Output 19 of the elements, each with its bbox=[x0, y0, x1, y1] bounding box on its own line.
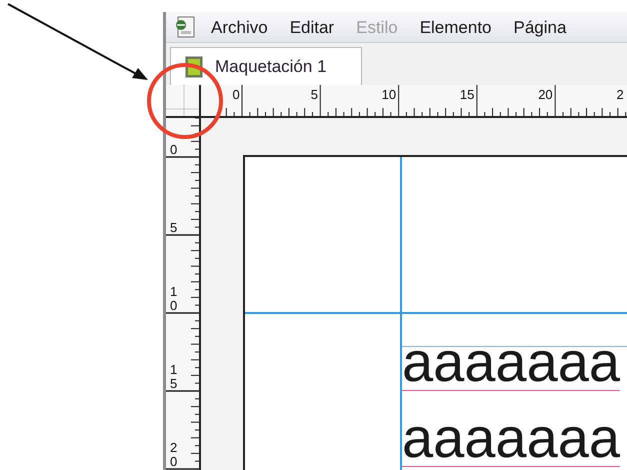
ruler-label: 15 bbox=[170, 362, 178, 391]
ruler-label: 0 bbox=[232, 87, 240, 102]
menu-item[interactable]: Página bbox=[502, 18, 578, 36]
app-icon bbox=[174, 16, 196, 38]
ruler-label: 10 bbox=[382, 87, 396, 102]
menu-item[interactable]: Archivo bbox=[200, 18, 279, 36]
ruler-label: 5 bbox=[310, 87, 318, 102]
ruler-label: 20 bbox=[170, 440, 178, 469]
ruler-label: 2 bbox=[616, 87, 624, 102]
ruler-label: 20 bbox=[538, 87, 553, 102]
text-line: aaaaaaa bbox=[402, 334, 620, 391]
layout-tab[interactable]: Maquetación 1 bbox=[170, 47, 362, 85]
ruler-label: 0 bbox=[170, 142, 178, 157]
text-line: aaaaaaa bbox=[402, 410, 620, 467]
ruler-label: 15 bbox=[460, 87, 474, 102]
ruler-label: 10 bbox=[170, 284, 178, 313]
ruler-label: 5 bbox=[170, 220, 178, 235]
menu-item[interactable]: Elemento bbox=[408, 18, 503, 36]
menu-item[interactable]: Editar bbox=[278, 18, 346, 36]
